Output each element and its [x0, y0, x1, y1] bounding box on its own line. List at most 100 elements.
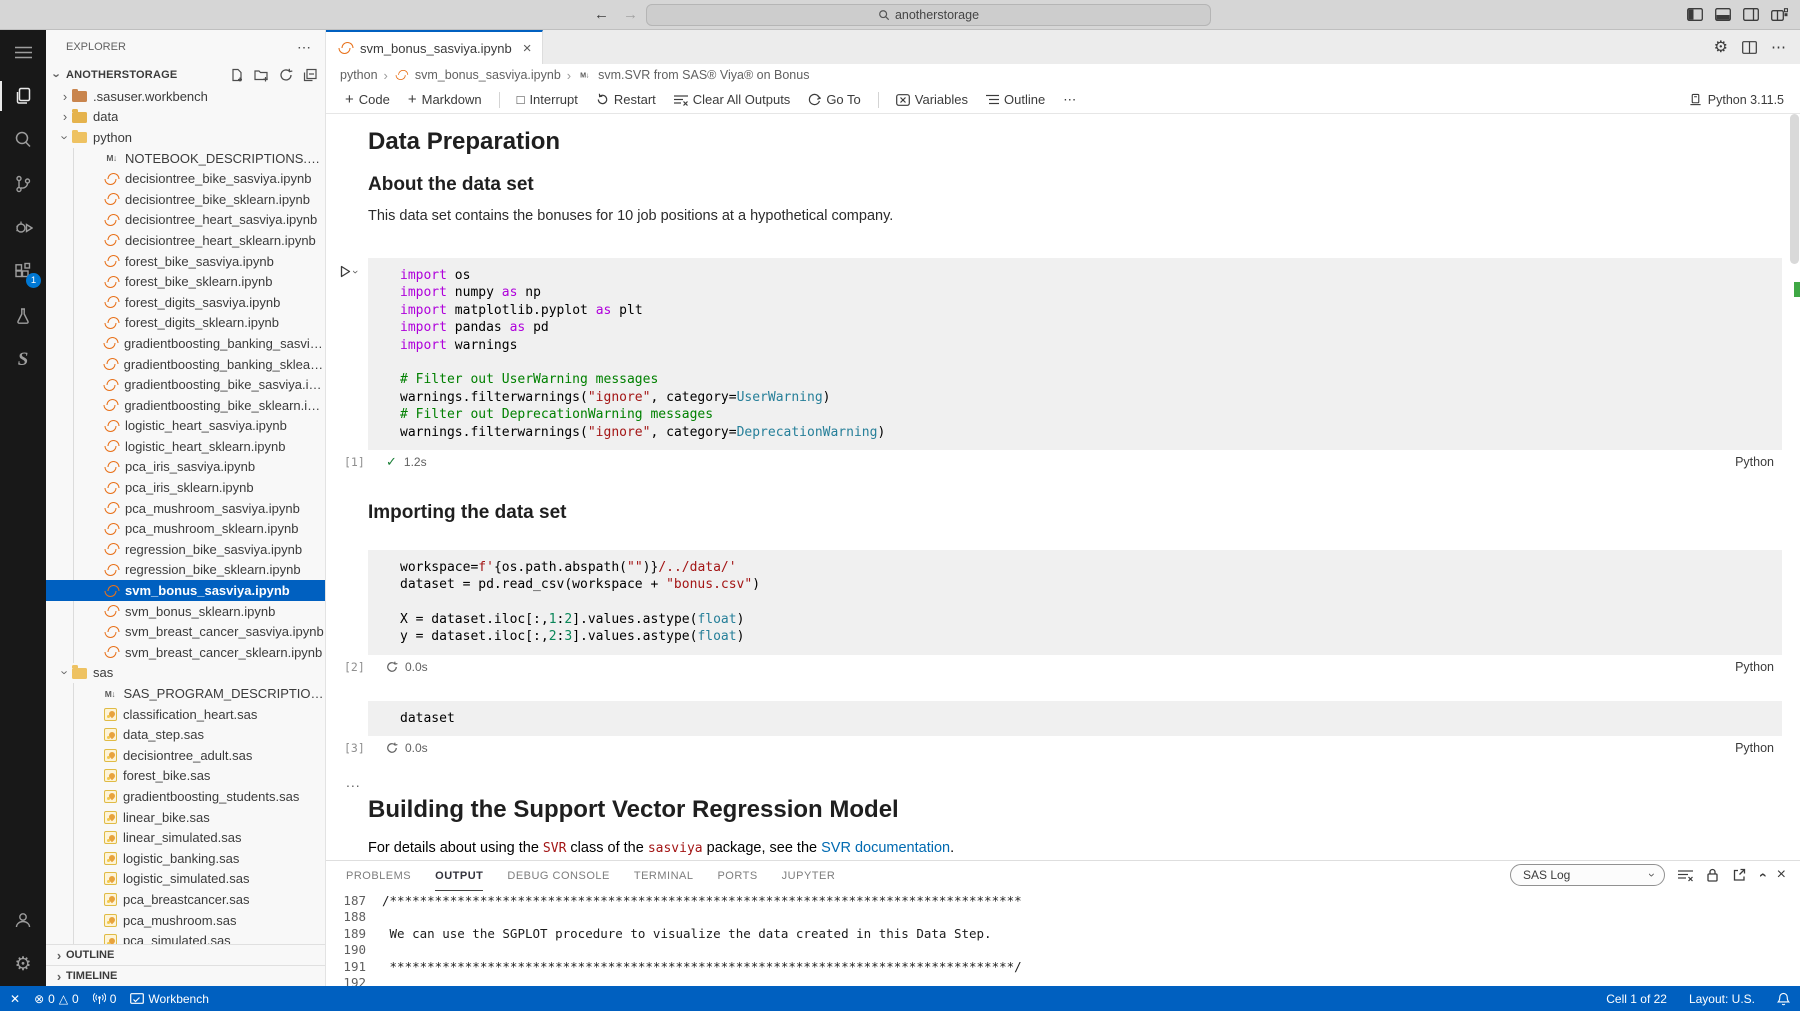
panel-tab[interactable]: OUTPUT [435, 861, 483, 891]
back-icon[interactable]: ← [594, 6, 609, 23]
maximize-panel-chevron-icon[interactable]: › [1753, 873, 1769, 878]
tree-item[interactable]: pca_mushroom_sklearn.ipynb [46, 518, 325, 539]
split-editor-icon[interactable] [1742, 41, 1757, 54]
tree-item[interactable]: SAS_PROGRAM_DESCRIPTIONS.md [46, 683, 325, 704]
cell-position-status[interactable]: Cell 1 of 22 [1606, 992, 1667, 1006]
tree-item[interactable]: › sas [46, 663, 325, 684]
tree-item[interactable]: svm_breast_cancer_sklearn.ipynb [46, 642, 325, 663]
search-icon[interactable] [0, 118, 46, 162]
kernel-picker[interactable]: Python 3.11.5 [1689, 93, 1784, 107]
add-code-cell-button[interactable]: +Code [338, 89, 397, 111]
layout-status[interactable]: Layout: U.S. [1689, 992, 1755, 1006]
panel-tab[interactable]: PROBLEMS [346, 861, 411, 891]
refresh-icon[interactable] [279, 68, 293, 82]
panel-tab[interactable]: TERMINAL [634, 861, 694, 891]
tree-item[interactable]: gradientboosting_banking_sklearn.ip... [46, 354, 325, 375]
tree-item[interactable]: regression_bike_sasviya.ipynb [46, 539, 325, 560]
notifications-bell[interactable] [1777, 992, 1790, 1006]
cell-editor[interactable]: workspace=f'{os.path.abspath("")}/../dat… [368, 550, 1782, 655]
collapse-all-icon[interactable] [303, 68, 317, 82]
close-tab-icon[interactable]: × [523, 40, 532, 57]
tree-item[interactable]: forest_digits_sasviya.ipynb [46, 292, 325, 313]
problems-status[interactable]: ⊗ 0 △ 0 [34, 992, 79, 1006]
explorer-icon[interactable] [0, 74, 46, 118]
settings-gear-icon[interactable]: ⚙ [0, 942, 46, 986]
clear-all-outputs-button[interactable]: Clear All Outputs [667, 89, 798, 110]
toolbar-more-button[interactable]: ⋯ [1056, 89, 1083, 111]
source-control-icon[interactable] [0, 162, 46, 206]
tree-item[interactable]: › python [46, 127, 325, 148]
timeline-section[interactable]: › TIMELINE [46, 965, 325, 986]
cell-language[interactable]: Python [1735, 741, 1774, 755]
tree-item[interactable]: NOTEBOOK_DESCRIPTIONS.md [46, 148, 325, 169]
run-debug-icon[interactable] [0, 206, 46, 250]
tree-item[interactable]: decisiontree_bike_sasviya.ipynb [46, 168, 325, 189]
cell-editor[interactable]: dataset [368, 701, 1782, 736]
tree-item[interactable]: logistic_simulated.sas [46, 869, 325, 890]
new-file-icon[interactable] [230, 68, 244, 82]
clear-output-icon[interactable] [1678, 869, 1693, 882]
tree-item[interactable]: data_step.sas [46, 724, 325, 745]
account-icon[interactable] [0, 898, 46, 942]
tree-item[interactable]: logistic_heart_sklearn.ipynb [46, 436, 325, 457]
tree-item[interactable]: forest_bike.sas [46, 766, 325, 787]
tree-item[interactable]: gradientboosting_bike_sasviya.ipynb [46, 374, 325, 395]
sas-extension-icon[interactable]: S [0, 338, 46, 382]
toggle-panel-icon[interactable] [1715, 8, 1731, 21]
collapsed-cell-indicator[interactable]: ... [346, 774, 1782, 790]
remote-indicator[interactable]: ✕ [10, 992, 20, 1006]
panel-tab[interactable]: DEBUG CONSOLE [507, 861, 609, 891]
testing-icon[interactable] [0, 294, 46, 338]
output-log[interactable]: 187 /***********************************… [326, 891, 1800, 986]
panel-tab[interactable]: PORTS [717, 861, 757, 891]
tree-item[interactable]: linear_simulated.sas [46, 827, 325, 848]
toggle-secondary-sidebar-icon[interactable] [1743, 8, 1759, 21]
variables-button[interactable]: Variables [889, 89, 975, 110]
cell-editor[interactable]: import osimport numpy as npimport matplo… [368, 258, 1782, 450]
tree-item[interactable]: svm_bonus_sklearn.ipynb [46, 601, 325, 622]
restart-button[interactable]: Restart [589, 89, 663, 110]
customize-layout-icon[interactable] [1771, 8, 1788, 21]
notebook-settings-gear-icon[interactable]: ⚙ [1714, 37, 1728, 57]
cell-language[interactable]: Python [1735, 660, 1774, 674]
scrollbar-thumb[interactable] [1790, 114, 1799, 264]
tree-item[interactable]: › .sasuser.workbench [46, 86, 325, 107]
tree-item[interactable]: decisiontree_bike_sklearn.ipynb [46, 189, 325, 210]
tree-item[interactable]: decisiontree_heart_sasviya.ipynb [46, 210, 325, 231]
tree-item[interactable]: forest_bike_sklearn.ipynb [46, 271, 325, 292]
breadcrumb-folder[interactable]: python [340, 68, 378, 82]
tree-item[interactable]: gradientboosting_banking_sasviya.i... [46, 333, 325, 354]
tree-item[interactable]: classification_heart.sas [46, 704, 325, 725]
lock-scroll-icon[interactable] [1706, 868, 1719, 882]
run-options-chevron-icon[interactable]: › [349, 270, 361, 274]
tree-item[interactable]: pca_mushroom.sas [46, 910, 325, 931]
tree-item[interactable]: svm_breast_cancer_sasviya.ipynb [46, 621, 325, 642]
tree-item[interactable]: svm_bonus_sasviya.ipynb [46, 580, 325, 601]
interrupt-button[interactable]: □Interrupt [510, 89, 585, 110]
breadcrumb-heading[interactable]: svm.SVR from SAS® Viya® on Bonus [598, 68, 809, 82]
workspace-section-header[interactable]: › ANOTHERSTORAGE [46, 64, 325, 86]
tree-item[interactable]: pca_iris_sasviya.ipynb [46, 457, 325, 478]
editor-more-icon[interactable]: ⋯ [1771, 38, 1786, 56]
menu-icon[interactable] [0, 30, 46, 74]
tree-item[interactable]: forest_digits_sklearn.ipynb [46, 313, 325, 334]
breadcrumb-file[interactable]: svm_bonus_sasviya.ipynb [415, 68, 561, 82]
tree-item[interactable]: pca_simulated.sas [46, 930, 325, 944]
tree-item[interactable]: logistic_heart_sasviya.ipynb [46, 416, 325, 437]
output-channel-select[interactable]: SAS Log › [1510, 864, 1665, 886]
goto-button[interactable]: Go To [801, 89, 867, 110]
tree-item[interactable]: gradientboosting_bike_sklearn.ipynb [46, 395, 325, 416]
tree-item[interactable]: regression_bike_sklearn.ipynb [46, 560, 325, 581]
forward-icon[interactable]: → [623, 6, 638, 23]
ports-status[interactable]: 0 [93, 992, 117, 1006]
tree-item[interactable]: pca_breastcancer.sas [46, 889, 325, 910]
command-center-search[interactable]: anotherstorage [646, 4, 1211, 26]
tree-item[interactable]: decisiontree_adult.sas [46, 745, 325, 766]
tab-svm-bonus-sasviya[interactable]: svm_bonus_sasviya.ipynb × [326, 30, 543, 64]
tree-item[interactable]: logistic_banking.sas [46, 848, 325, 869]
run-cell-button[interactable]: › [340, 265, 357, 278]
tree-item[interactable]: decisiontree_heart_sklearn.ipynb [46, 230, 325, 251]
panel-tab[interactable]: JUPYTER [782, 861, 836, 891]
add-markdown-cell-button[interactable]: +Markdown [401, 89, 489, 111]
open-output-in-editor-icon[interactable] [1732, 868, 1746, 882]
